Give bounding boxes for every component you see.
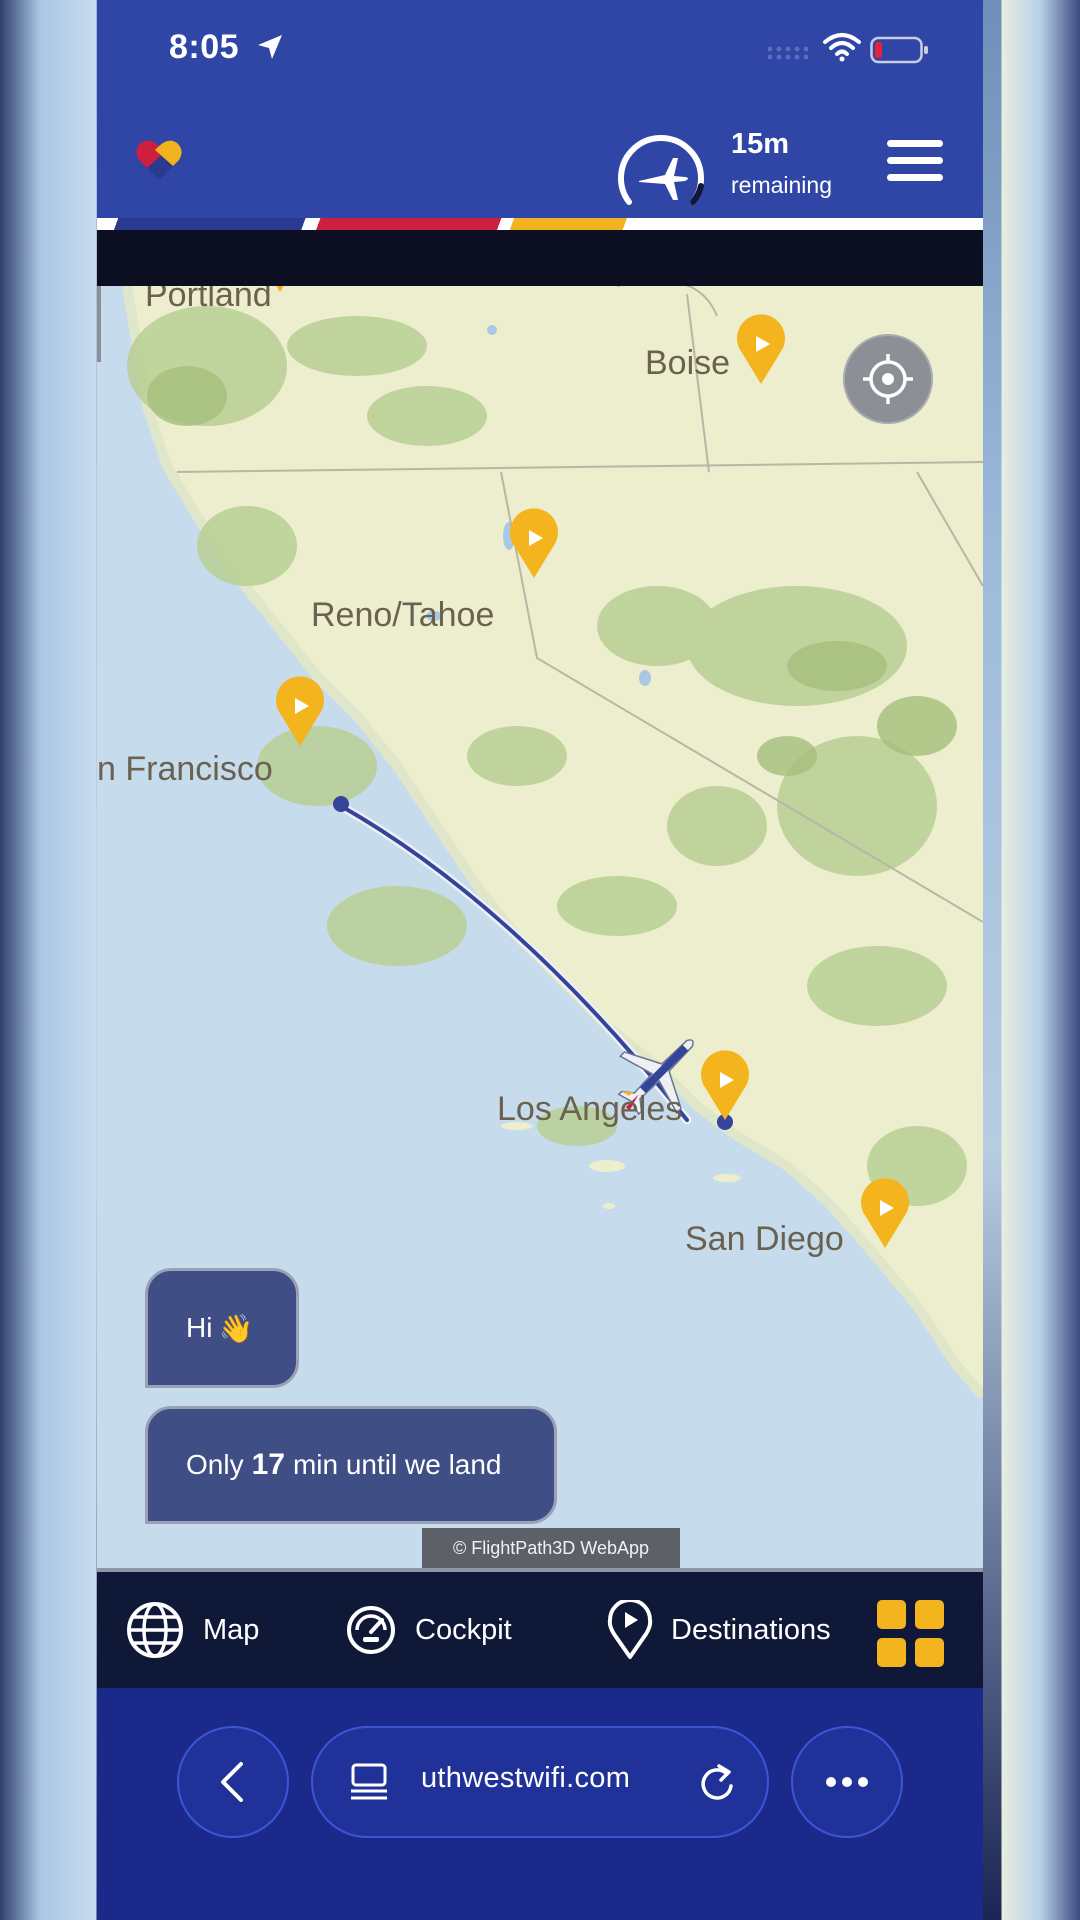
map-copyright: © FlightPath3D WebApp: [422, 1528, 680, 1568]
city-label-los-angeles: Los Angeles: [497, 1090, 683, 1128]
city-label-san-diego: San Diego: [685, 1220, 844, 1258]
chevron-left-icon: [221, 1762, 243, 1802]
wifi-icon: [823, 33, 861, 62]
tab-cockpit[interactable]: Cockpit: [345, 1572, 512, 1688]
crosshair-locate-icon: [863, 354, 913, 404]
waving-hand-icon: 👋: [218, 1312, 254, 1344]
landing-prefix: Only: [186, 1449, 244, 1480]
flight-map[interactable]: Portland Boise Reno/Tahoe n Francisco Lo…: [97, 286, 983, 1568]
tab-cockpit-label: Cockpit: [415, 1613, 512, 1646]
city-label-reno-tahoe: Reno/Tahoe: [311, 596, 495, 634]
airplane-icon: [639, 158, 688, 200]
time-remaining-label: remaining: [731, 172, 832, 198]
status-bar: 8:05: [97, 0, 983, 100]
city-label-boise: Boise: [645, 344, 731, 382]
url-text: uthwestwifi.com: [421, 1762, 631, 1794]
city-label-portland: Portland: [145, 286, 272, 314]
tab-destinations-label: Destinations: [671, 1613, 831, 1646]
address-bar[interactable]: uthwestwifi.com: [311, 1726, 769, 1838]
browser-toolbar: uthwestwifi.com: [97, 1688, 983, 1920]
app-header: 15m remaining: [97, 100, 983, 220]
bottom-tab-bar: Map Cockpit Destinations: [97, 1568, 983, 1688]
reload-icon[interactable]: [697, 1760, 737, 1804]
cellular-signal-icon: [767, 46, 809, 60]
more-button[interactable]: [791, 1726, 903, 1838]
speedometer-icon: [347, 1606, 395, 1654]
location-arrow-icon: [258, 35, 282, 59]
globe-icon: [127, 1602, 183, 1658]
chat-bubble-landing[interactable]: Only 17 min until we land: [145, 1406, 557, 1524]
landing-suffix: min until we land: [292, 1449, 502, 1480]
locate-button[interactable]: [843, 334, 933, 424]
status-time: 8:05: [169, 28, 240, 66]
tab-destinations[interactable]: Destinations: [607, 1572, 831, 1688]
reader-icon: [351, 1763, 387, 1800]
chat-bubble-greeting[interactable]: Hi 👋: [145, 1268, 299, 1388]
hamburger-menu-icon[interactable]: [887, 138, 943, 184]
battery-low-icon: [870, 36, 928, 64]
landing-minutes: 17: [251, 1448, 285, 1481]
time-remaining-value: 15m: [731, 128, 790, 160]
brand-stripe: [97, 218, 983, 230]
more-dots-icon: [826, 1777, 868, 1787]
flight-progress-gauge-icon: [618, 135, 704, 205]
header-shadow-band: [97, 230, 983, 286]
tab-map-label: Map: [203, 1613, 260, 1646]
tab-map[interactable]: Map: [125, 1572, 259, 1688]
heart-logo-icon[interactable]: [135, 138, 183, 182]
back-button[interactable]: [177, 1726, 289, 1838]
city-label-san-francisco: n Francisco: [97, 750, 273, 788]
origin-marker: [333, 796, 349, 812]
grid-apps-icon[interactable]: [877, 1600, 945, 1668]
map-pin-icon: [607, 1600, 653, 1659]
phone-screen: 8:05 15m remaining Portland Boise Reno/T…: [97, 0, 983, 1920]
greeting-text: Hi: [186, 1312, 213, 1343]
